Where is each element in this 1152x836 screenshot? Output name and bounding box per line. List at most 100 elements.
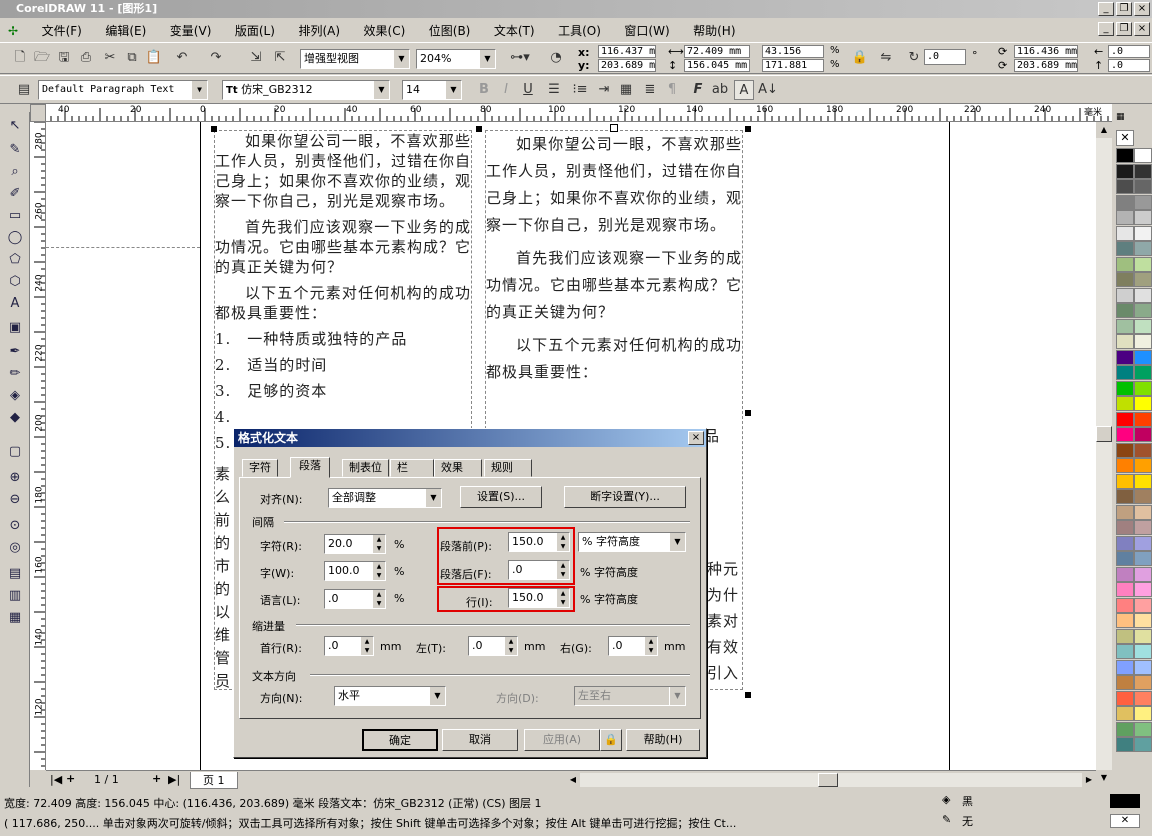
color-swatch[interactable] bbox=[1116, 659, 1134, 675]
tab-paragraph[interactable]: 段落 bbox=[290, 457, 330, 478]
tab-character[interactable]: 字符 bbox=[242, 459, 278, 477]
launcher-icon[interactable]: ◔ bbox=[546, 48, 566, 68]
pick-tool-icon[interactable]: ↖ bbox=[4, 116, 26, 136]
last-page-icon[interactable]: ▶| bbox=[168, 773, 180, 786]
bullet-icon[interactable]: ⁝≡ bbox=[570, 80, 590, 100]
zoom-select[interactable]: 204% ▼ bbox=[416, 49, 496, 69]
color-swatch[interactable] bbox=[1116, 163, 1134, 179]
tab-tabs[interactable]: 制表位 bbox=[342, 459, 389, 477]
cut-icon[interactable]: ✂ bbox=[100, 48, 120, 68]
color-swatch[interactable] bbox=[1116, 225, 1134, 241]
spin-arrows-icon[interactable]: ▲ ▼ bbox=[372, 535, 385, 553]
y-field[interactable]: 203.689 m bbox=[598, 59, 656, 72]
minimize-button[interactable]: _ bbox=[1098, 2, 1114, 16]
edit-text-icon[interactable]: ab bbox=[710, 80, 730, 100]
menu-window[interactable]: 窗口(W) bbox=[614, 20, 679, 41]
color-swatch[interactable] bbox=[1116, 318, 1134, 334]
settings-button[interactable]: 设置(S)... bbox=[460, 486, 542, 508]
menu-help[interactable]: 帮助(H) bbox=[683, 20, 745, 41]
menu-layout[interactable]: 版面(L) bbox=[225, 20, 285, 41]
color-swatch[interactable] bbox=[1134, 148, 1152, 163]
color-swatch[interactable] bbox=[1116, 396, 1134, 411]
left-indent-spinner[interactable]: .0 ▲ ▼ bbox=[468, 636, 518, 656]
menu-edit[interactable]: 编辑(E) bbox=[95, 20, 156, 41]
width-field[interactable]: 72.409 mm bbox=[684, 45, 750, 58]
selection-handle[interactable] bbox=[745, 126, 751, 132]
selection-handle[interactable] bbox=[745, 410, 751, 416]
language-spacing-spinner[interactable]: .0 ▲ ▼ bbox=[324, 589, 386, 609]
bold-icon[interactable]: B bbox=[474, 80, 494, 100]
color-swatch[interactable] bbox=[1134, 365, 1152, 380]
lock-icon[interactable]: 🔒 bbox=[600, 729, 622, 751]
height-field[interactable]: 156.045 mm bbox=[684, 59, 750, 72]
print-icon[interactable]: ⎙ bbox=[76, 48, 96, 68]
color-swatch[interactable] bbox=[1116, 597, 1134, 613]
color-swatch[interactable] bbox=[1134, 566, 1152, 582]
color-swatch[interactable] bbox=[1134, 520, 1152, 535]
pos-x2-field[interactable]: 116.436 mm bbox=[1014, 45, 1078, 58]
zoom-width-icon[interactable]: ▥ bbox=[4, 586, 26, 606]
scale-y-field[interactable]: 171.881 bbox=[762, 59, 824, 72]
color-swatch[interactable] bbox=[1116, 473, 1134, 489]
color-swatch[interactable] bbox=[1134, 411, 1152, 427]
color-swatch[interactable] bbox=[1116, 458, 1134, 473]
menu-bitmaps[interactable]: 位图(B) bbox=[419, 20, 481, 41]
color-swatch[interactable] bbox=[1134, 179, 1152, 194]
color-swatch[interactable] bbox=[1134, 737, 1152, 752]
doc-minimize-button[interactable]: _ bbox=[1098, 22, 1114, 36]
color-swatch[interactable] bbox=[1116, 380, 1134, 396]
color-swatch[interactable] bbox=[1116, 349, 1134, 365]
view-tool-icon[interactable]: ▢ bbox=[4, 442, 26, 462]
app-icon[interactable]: ✢ bbox=[0, 22, 28, 40]
tab-rules[interactable]: 规则 bbox=[484, 459, 532, 477]
color-swatch[interactable] bbox=[1134, 303, 1152, 318]
zoom-height-icon[interactable]: ▦ bbox=[4, 608, 26, 628]
import-icon[interactable]: ⇲ bbox=[246, 48, 266, 68]
menu-effects[interactable]: 效果(C) bbox=[354, 20, 416, 41]
scale-x-field[interactable]: 43.156 bbox=[762, 45, 824, 58]
font-size-select[interactable]: 14 ▼ bbox=[402, 80, 462, 100]
menu-tools[interactable]: 工具(O) bbox=[548, 20, 611, 41]
color-swatch[interactable] bbox=[1134, 396, 1152, 411]
color-swatch[interactable] bbox=[1134, 551, 1152, 566]
align-icon[interactable]: ☰ bbox=[544, 80, 564, 100]
color-swatch[interactable] bbox=[1134, 628, 1152, 644]
fill-swatch[interactable] bbox=[1110, 794, 1140, 808]
polygon-tool-icon[interactable]: ⬠ bbox=[4, 250, 26, 270]
color-swatch[interactable] bbox=[1134, 535, 1152, 551]
font-select[interactable]: Tt 仿宋_GB2312 ▼ bbox=[222, 80, 390, 100]
orientation-select[interactable]: 水平 ▼ bbox=[334, 686, 446, 706]
color-swatch[interactable] bbox=[1116, 194, 1134, 210]
color-swatch[interactable] bbox=[1116, 287, 1134, 303]
word-spacing-spinner[interactable]: 100.0 ▲ ▼ bbox=[324, 561, 386, 581]
color-swatch[interactable] bbox=[1134, 256, 1152, 272]
first-line-spinner[interactable]: .0 ▲ ▼ bbox=[324, 636, 374, 656]
scroll-right-icon[interactable]: ▶ bbox=[1082, 773, 1096, 787]
doc-close-button[interactable]: × bbox=[1134, 22, 1150, 36]
color-swatch[interactable] bbox=[1134, 721, 1152, 737]
color-swatch[interactable] bbox=[1134, 659, 1152, 675]
help-button[interactable]: 帮助(H) bbox=[626, 729, 700, 751]
interactive-tool-icon[interactable]: ▣ bbox=[4, 318, 26, 338]
color-swatch[interactable] bbox=[1116, 411, 1134, 427]
tab-effects[interactable]: 效果 bbox=[434, 459, 482, 477]
color-swatch[interactable] bbox=[1116, 737, 1134, 752]
space-unit-select[interactable]: % 字符高度 ▼ bbox=[578, 532, 686, 552]
scroll-left-icon[interactable]: ◀ bbox=[566, 773, 580, 787]
dialog-close-button[interactable]: × bbox=[688, 431, 704, 445]
menu-arrange[interactable]: 排列(A) bbox=[288, 20, 350, 41]
color-swatch[interactable] bbox=[1116, 551, 1134, 566]
color-swatch[interactable] bbox=[1116, 442, 1134, 458]
color-swatch[interactable] bbox=[1116, 272, 1134, 287]
spin-arrows-icon[interactable]: ▲ ▼ bbox=[504, 637, 517, 655]
color-swatch[interactable] bbox=[1134, 690, 1152, 706]
columns-icon[interactable]: ≣ bbox=[640, 80, 660, 100]
angle-field[interactable]: .0 bbox=[924, 49, 966, 65]
snap-icon[interactable]: ⊶▾ bbox=[504, 48, 536, 68]
color-swatch[interactable] bbox=[1116, 535, 1134, 551]
zoom-selected-icon[interactable]: ⊙ bbox=[4, 516, 26, 536]
ruler-corner[interactable] bbox=[30, 104, 46, 122]
scroll-down-icon[interactable]: ▼ bbox=[1096, 770, 1112, 786]
fill-tool-icon[interactable]: ◈ bbox=[4, 386, 26, 406]
scroll-up-icon[interactable]: ▲ bbox=[1096, 122, 1112, 138]
